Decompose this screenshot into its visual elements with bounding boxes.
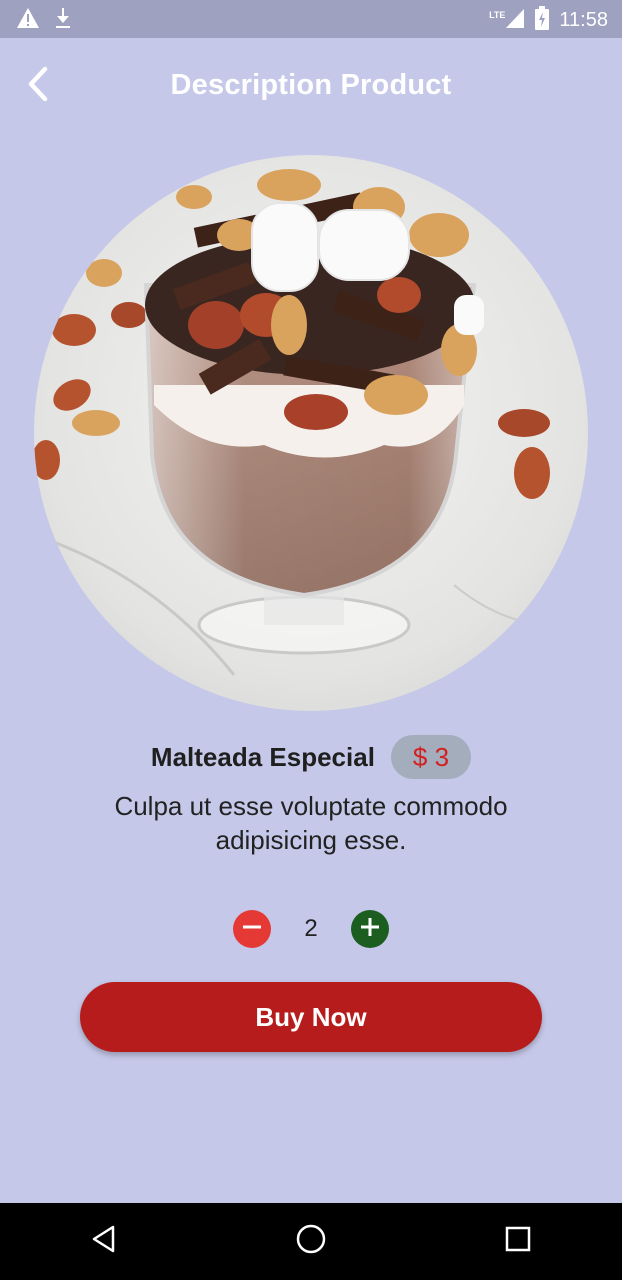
product-image	[34, 155, 588, 711]
quantity-stepper: 2	[0, 910, 622, 948]
nav-back-button[interactable]	[74, 1212, 134, 1272]
quantity-value: 2	[304, 915, 318, 942]
recents-square-icon	[504, 1225, 532, 1258]
buy-now-button[interactable]: Buy Now	[80, 982, 542, 1052]
product-name: Malteada Especial	[150, 741, 375, 772]
clock: 11:58	[559, 9, 608, 31]
product-header: Malteada Especial $ 3	[0, 735, 622, 779]
product-description: Culpa ut esse voluptate commodo adipisic…	[114, 791, 508, 855]
home-circle-icon	[295, 1223, 327, 1260]
page-title: Description Product	[170, 69, 452, 101]
nav-recents-button[interactable]	[488, 1212, 548, 1272]
system-nav-bar	[0, 1203, 622, 1280]
battery-icon	[535, 6, 550, 35]
nav-home-button[interactable]	[281, 1212, 341, 1272]
status-bar: LTE 11:58	[0, 0, 622, 38]
warning-icon	[16, 7, 40, 34]
network-type: LTE	[489, 9, 506, 20]
download-icon	[54, 7, 72, 34]
minus-circle-icon	[241, 916, 263, 943]
signal-icon	[505, 7, 525, 34]
app-bar: Description Product	[0, 38, 622, 134]
back-triangle-icon	[89, 1224, 119, 1259]
plus-circle-icon	[359, 916, 381, 943]
decrement-button[interactable]	[233, 910, 271, 948]
increment-button[interactable]	[351, 910, 389, 948]
price-badge: $ 3	[390, 735, 472, 779]
